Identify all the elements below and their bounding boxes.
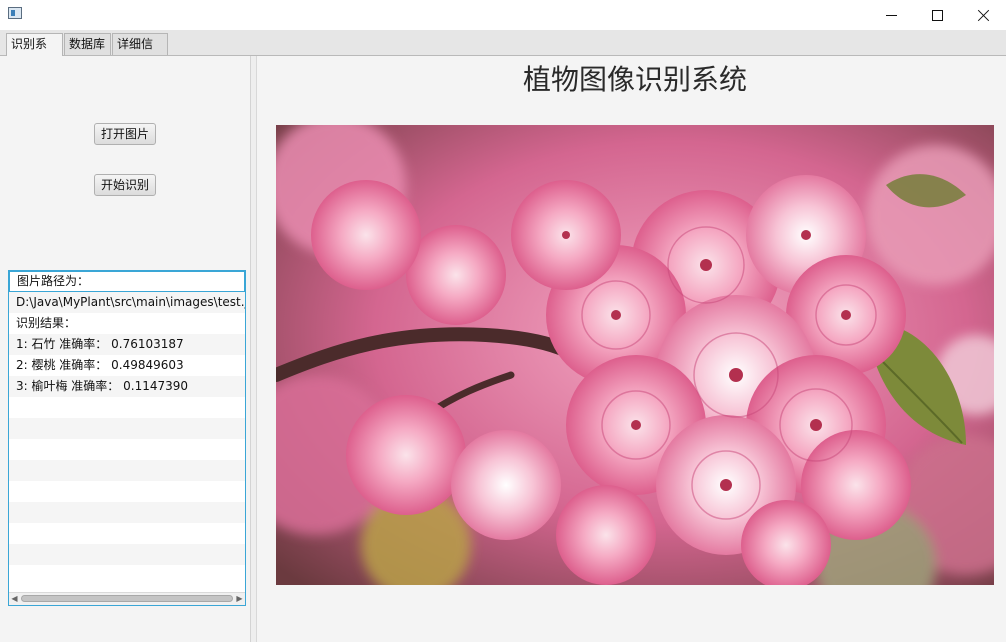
list-item-empty: [9, 523, 245, 544]
open-image-button[interactable]: 打开图片: [94, 123, 156, 145]
maximize-button[interactable]: [914, 0, 960, 30]
start-recognition-button[interactable]: 开始识别: [94, 174, 156, 196]
split-divider[interactable]: [251, 56, 257, 642]
list-item-empty: [9, 397, 245, 418]
title-bar: [0, 0, 1006, 30]
scroll-right-icon[interactable]: ▶: [234, 593, 245, 605]
scrollbar-thumb[interactable]: [21, 595, 233, 602]
cherry-blossom-photo: [276, 125, 994, 585]
app-icon: [8, 7, 22, 19]
list-item-empty: [9, 502, 245, 523]
list-item-path-value[interactable]: D:\Java\MyPlant\src\main\images\test.jpg: [9, 292, 245, 313]
tab-details[interactable]: 详细信息: [112, 33, 168, 72]
plant-image: [276, 125, 994, 585]
result-list[interactable]: 图片路径为： D:\Java\MyPlant\src\main\images\t…: [8, 270, 246, 606]
list-item-empty: [9, 565, 245, 586]
list-item-empty: [9, 481, 245, 502]
maximize-icon: [931, 9, 943, 21]
horizontal-scrollbar[interactable]: ◀ ▶: [9, 592, 245, 605]
close-icon: [977, 9, 990, 22]
list-item-result-label[interactable]: 识别结果：: [9, 313, 245, 334]
scroll-left-icon[interactable]: ◀: [9, 593, 20, 605]
minimize-icon: [885, 14, 897, 16]
list-item-empty: [9, 544, 245, 565]
tab-database[interactable]: 数据库: [64, 33, 111, 55]
minimize-button[interactable]: [868, 0, 914, 30]
tab-recognition-system[interactable]: 识别系统: [6, 33, 63, 72]
list-item-result-3[interactable]: 3: 榆叶梅 准确率： 0.1147390: [9, 376, 245, 397]
list-item-result-1[interactable]: 1: 石竹 准确率： 0.76103187: [9, 334, 245, 355]
tab-bar: 识别系统 数据库 详细信息: [0, 30, 1006, 72]
close-button[interactable]: [960, 0, 1006, 30]
page-title: 植物图像识别系统: [522, 63, 747, 96]
list-item-path-label[interactable]: 图片路径为：: [9, 271, 245, 292]
list-item-empty: [9, 460, 245, 481]
list-item-empty: [9, 439, 245, 460]
list-item-result-2[interactable]: 2: 樱桃 准确率： 0.49849603: [9, 355, 245, 376]
list-item-empty: [9, 418, 245, 439]
